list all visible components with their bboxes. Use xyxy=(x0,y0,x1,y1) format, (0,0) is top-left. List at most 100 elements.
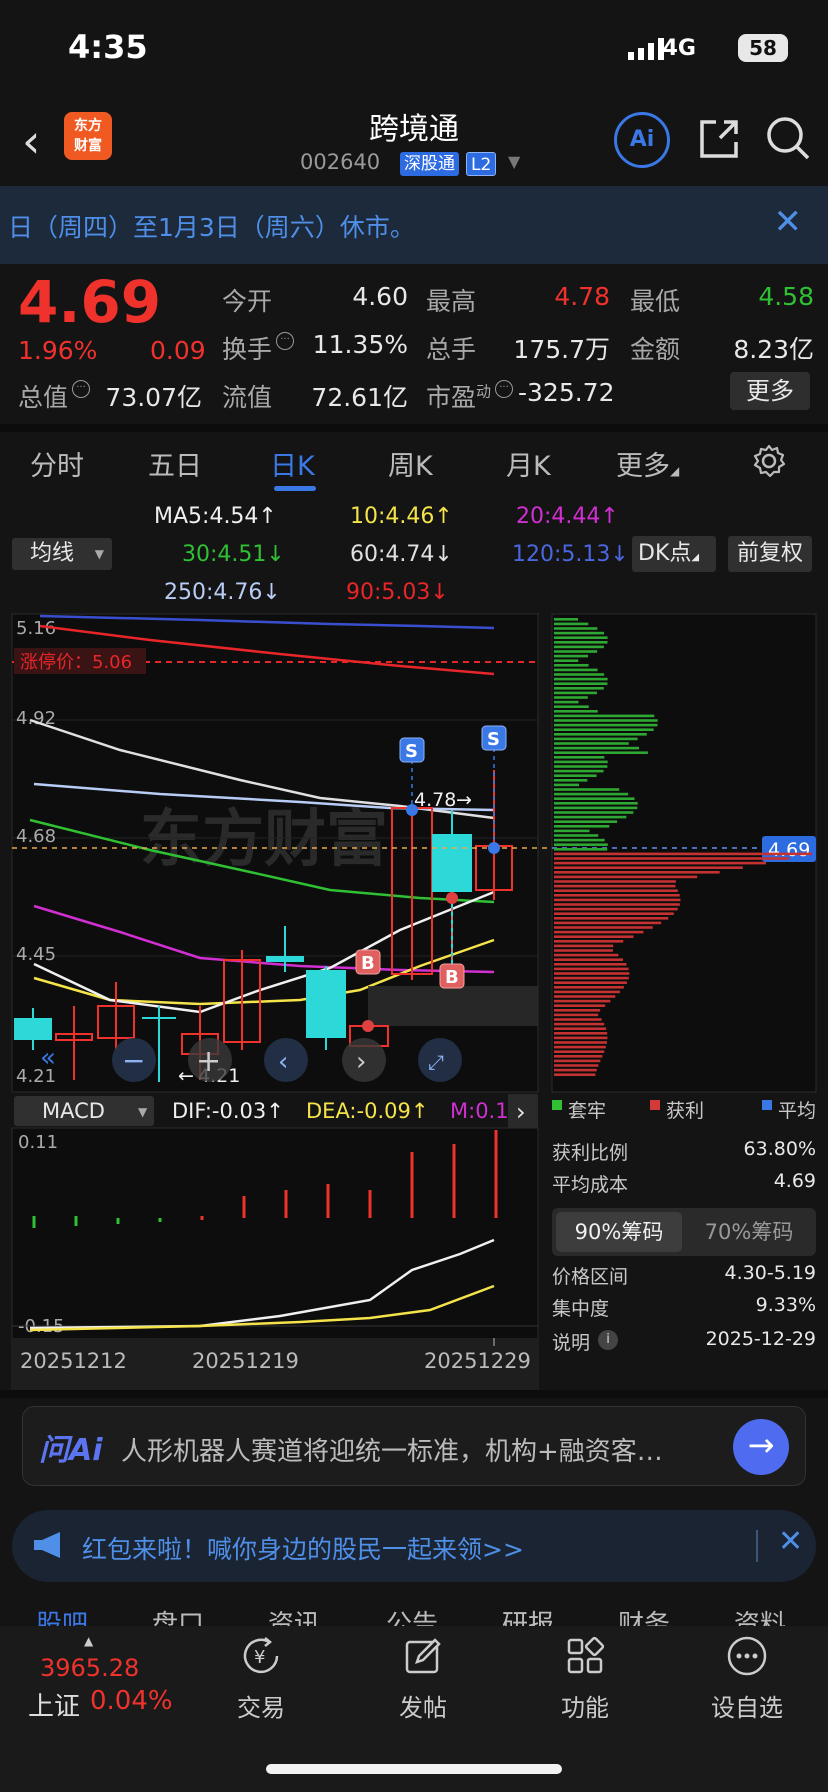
chip-bar xyxy=(554,926,653,929)
chip-bar xyxy=(554,1032,608,1035)
chip-bar xyxy=(554,912,674,915)
level-tag: L2 xyxy=(466,152,497,176)
chip-bar xyxy=(554,719,658,722)
chip-bar xyxy=(554,843,608,846)
chip-bar xyxy=(554,1027,607,1030)
ma20-label: 20:4.44↑ xyxy=(516,504,619,529)
tab-chip-70[interactable]: 70%筹码 xyxy=(686,1212,812,1252)
chip-bar xyxy=(554,696,588,699)
index-name[interactable]: 上证 xyxy=(28,1686,80,1723)
mcap-value: 73.07亿 xyxy=(105,383,202,412)
chip-bar xyxy=(554,838,605,842)
chip-bar xyxy=(554,618,578,621)
promo-divider xyxy=(756,1530,758,1562)
ai-question-bar[interactable]: 问Ai 人形机器人赛道将迎统一标准，机构+融资客… → xyxy=(22,1406,806,1486)
buy-signal: B xyxy=(445,967,459,988)
chip-bar xyxy=(554,875,698,879)
y-label-3: 4.68 xyxy=(16,826,56,847)
sell-signal: S xyxy=(405,741,418,762)
tab-weekly[interactable]: 周K xyxy=(388,444,433,483)
ma120-label: 120:5.13↓ xyxy=(512,542,629,567)
nav-post[interactable]: 发帖 xyxy=(368,1634,478,1723)
gear-icon[interactable] xyxy=(752,444,786,478)
high-label: 最高 xyxy=(426,287,477,316)
chip-bar xyxy=(554,631,605,635)
adjust-button[interactable]: 前复权 xyxy=(728,536,812,572)
chip-bar xyxy=(554,1004,606,1007)
info-icon[interactable]: i xyxy=(598,1330,618,1350)
chip-bar xyxy=(554,760,608,764)
chip-bar xyxy=(554,687,604,690)
more-button[interactable]: 更多 xyxy=(730,372,810,410)
info-icon[interactable]: ··· xyxy=(495,380,514,398)
tab-chip-90[interactable]: 90%筹码 xyxy=(556,1212,682,1252)
chip-bar xyxy=(554,1041,607,1044)
concentration-label: 集中度 xyxy=(552,1298,610,1320)
battery-icon: 58 xyxy=(738,34,788,62)
chip-bar xyxy=(554,848,608,851)
active-tab-indicator xyxy=(274,486,316,491)
chip-bar xyxy=(554,774,597,777)
profit-ratio-label: 获利比例 xyxy=(552,1142,629,1164)
close-icon[interactable]: ✕ xyxy=(778,1524,803,1559)
concentration-value: 9.33% xyxy=(755,1294,816,1316)
ai-button[interactable]: Ai xyxy=(614,112,670,168)
pe-label-text: 市盈 xyxy=(426,383,477,412)
period-tabs: 分时 五日 日K 周K 月K 更多◢ xyxy=(0,430,828,496)
index-pct[interactable]: 0.04% xyxy=(90,1686,173,1716)
index-value[interactable]: 3965.28 xyxy=(40,1654,139,1682)
chip-bar xyxy=(554,834,599,837)
chevron-down-icon: ▼ xyxy=(138,1105,148,1119)
chevron-down-icon: ▼ xyxy=(94,547,104,561)
ma-select[interactable]: 均线 ▼ xyxy=(12,538,112,570)
chip-bar xyxy=(554,645,604,649)
tab-daily[interactable]: 日K xyxy=(270,444,315,483)
tab-more-label: 更多 xyxy=(616,451,670,482)
nav-trade[interactable]: ¥ 交易 xyxy=(206,1634,316,1723)
nav-functions[interactable]: 功能 xyxy=(530,1634,640,1723)
chip-bar xyxy=(554,898,681,902)
search-icon[interactable] xyxy=(764,114,812,162)
pe-value: -325.72 xyxy=(518,378,615,407)
dropdown-caret-icon[interactable]: ▼ xyxy=(508,152,520,171)
tab-monthly[interactable]: 月K xyxy=(506,444,551,483)
promo-banner[interactable]: 红包来啦！喊你身边的股民一起来领>> ✕ xyxy=(12,1510,816,1582)
chip-bar xyxy=(554,963,627,966)
tab-5day[interactable]: 五日 xyxy=(148,444,202,483)
nav-watchlist[interactable]: 设自选 xyxy=(692,1634,802,1723)
chip-bar xyxy=(554,737,638,741)
nav-functions-label: 功能 xyxy=(561,1694,609,1722)
chip-bar xyxy=(554,1036,608,1040)
nav-trade-label: 交易 xyxy=(237,1694,285,1722)
avg-cost-value: 4.69 xyxy=(773,1170,816,1192)
chip-bar xyxy=(554,949,613,952)
chip-bar xyxy=(554,811,634,814)
chip-bar xyxy=(554,990,620,994)
dif-label: DIF:-0.03↑ xyxy=(172,1099,284,1123)
chip-bar xyxy=(554,1059,601,1063)
status-bar: 4:35 4G 58 xyxy=(0,0,828,96)
chip-bar xyxy=(554,792,629,796)
arrow-right-icon[interactable]: → xyxy=(733,1419,789,1475)
chip-bar xyxy=(554,1050,605,1053)
dk-point-button[interactable]: DK点◢ xyxy=(632,536,716,572)
stock-detail-screen: 4:35 4G 58 ‹ 东方 财富 跨境通 002640 深股通 L2 ▼ A… xyxy=(0,0,828,1792)
close-icon[interactable]: ✕ xyxy=(774,202,803,242)
info-icon[interactable]: ··· xyxy=(276,332,295,350)
macd-y-top: 0.11 xyxy=(18,1132,58,1153)
chip-bar xyxy=(554,972,630,975)
chip-bar xyxy=(554,769,604,773)
date-mid: 20251219 xyxy=(192,1349,299,1373)
info-icon[interactable]: ··· xyxy=(72,380,91,398)
chip-bar xyxy=(554,751,648,754)
tab-more[interactable]: 更多◢ xyxy=(616,444,679,483)
ma90-label: 90:5.03↓ xyxy=(346,580,449,605)
share-icon[interactable] xyxy=(696,116,742,162)
fullscreen-icon: ⤢ xyxy=(428,1050,444,1074)
chip-bar xyxy=(554,714,655,718)
tab-minute[interactable]: 分时 xyxy=(30,444,84,483)
market-tag: 深股通 xyxy=(400,152,459,176)
chip-bar xyxy=(554,746,639,750)
ma-select-label: 均线 xyxy=(30,541,75,566)
pe-sup: 动 xyxy=(476,382,492,401)
